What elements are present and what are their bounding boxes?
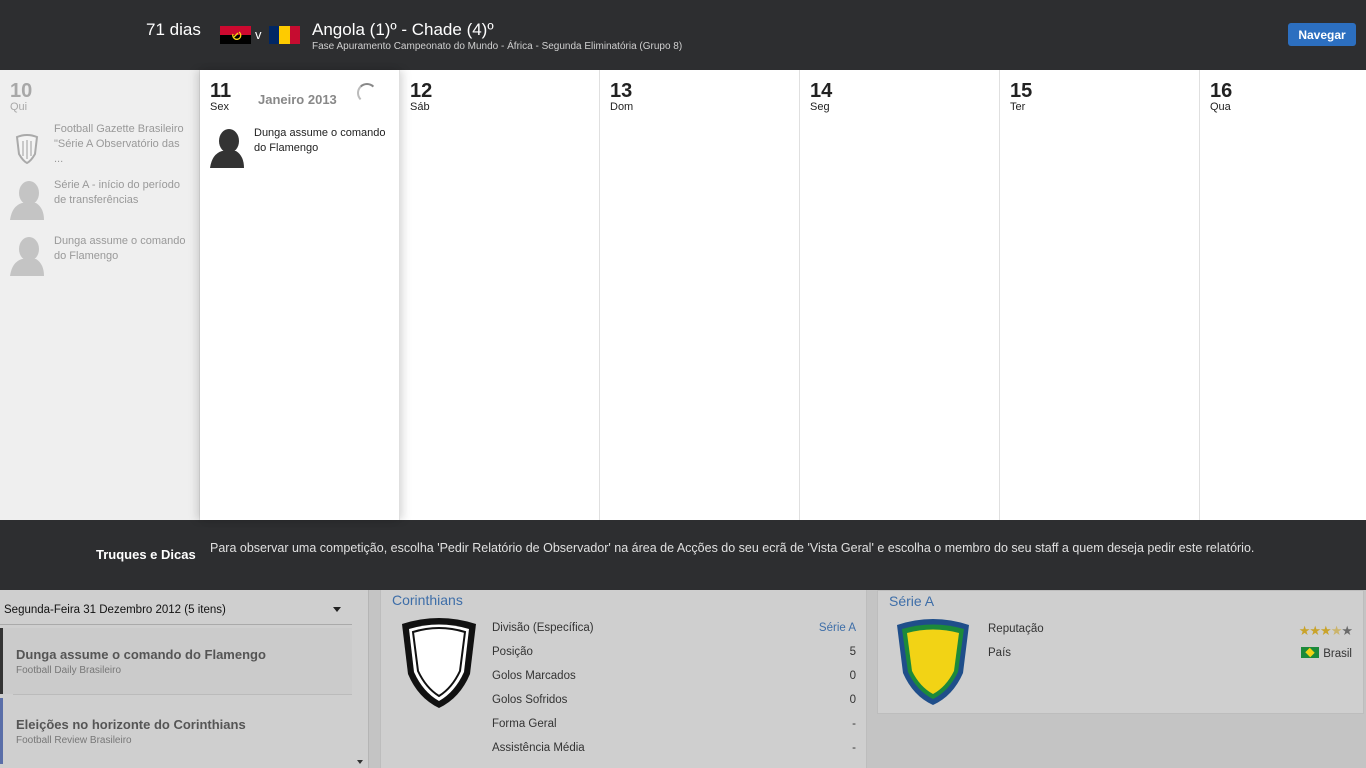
- league-crest-icon[interactable]: [892, 617, 974, 707]
- month-label: Janeiro 2013: [258, 92, 337, 107]
- country-name: Brasil: [1323, 648, 1352, 660]
- shield-icon: [8, 122, 46, 164]
- day-number: 13: [610, 80, 633, 102]
- day-name: Dom: [610, 101, 634, 113]
- stat-label: Assistência Média: [492, 742, 585, 754]
- league-name-link[interactable]: Série A: [889, 593, 934, 609]
- day-number: 10: [10, 80, 33, 102]
- person-silhouette-icon: [8, 178, 46, 220]
- days-countdown: 71 dias: [146, 20, 201, 39]
- news-source: Football Review Brasileiro: [16, 735, 132, 746]
- division-link[interactable]: Série A: [819, 622, 856, 634]
- chevron-down-icon[interactable]: [333, 607, 341, 612]
- news-date-label: Segunda-Feira 31 Dezembro 2012 (5 itens): [4, 604, 226, 616]
- day-column-12[interactable]: 12 Sáb: [400, 70, 600, 520]
- stat-row-country: País Brasil: [988, 647, 1352, 671]
- calendar-news-text: Football Gazette Brasileiro "Série A Obs…: [54, 123, 184, 165]
- news-headline: Dunga assume o comando do Flamengo: [16, 647, 266, 662]
- stat-row-goals-conceded: Golos Sofridos 0: [492, 694, 856, 718]
- angola-flag-icon: [220, 26, 251, 44]
- news-list-item[interactable]: Dunga assume o comando do Flamengo Footb…: [0, 628, 352, 694]
- tips-label: Truques e Dicas: [96, 547, 196, 562]
- day-number: 14: [810, 80, 833, 102]
- stat-label: Golos Marcados: [492, 670, 576, 682]
- day-column-10[interactable]: 10 Qui Football Gazette Brasileiro "Séri…: [0, 70, 200, 520]
- calendar-news-item[interactable]: Série A - início do período de transferê…: [8, 178, 188, 220]
- stat-row-attendance: Assistência Média -: [492, 742, 856, 766]
- day-column-13[interactable]: 13 Dom: [600, 70, 800, 520]
- stat-label: Posição: [492, 646, 533, 658]
- day-name: Qua: [1210, 101, 1231, 113]
- news-source: Football Daily Brasileiro: [16, 665, 122, 676]
- loading-spinner-icon: [357, 83, 377, 103]
- stat-row-position: Posição 5: [492, 646, 856, 670]
- stat-label: País: [988, 647, 1012, 659]
- day-column-11[interactable]: 11 Sex Janeiro 2013 Dunga assume o coman…: [200, 70, 400, 520]
- calendar-news-item[interactable]: Dunga assume o comando do Flamengo: [8, 234, 188, 276]
- scroll-down-arrow-icon[interactable]: [357, 760, 363, 764]
- stat-label: Golos Sofridos: [492, 694, 568, 706]
- day-column-15[interactable]: 15 Ter: [1000, 70, 1200, 520]
- club-panel: Corinthians Divisão (Específica) Série A…: [380, 590, 867, 768]
- day-column-14[interactable]: 14 Seg: [800, 70, 1000, 520]
- divider: [13, 694, 352, 695]
- stat-value: -: [852, 718, 856, 730]
- news-date-dropdown[interactable]: Segunda-Feira 31 Dezembro 2012 (5 itens): [0, 595, 352, 625]
- brazil-flag-icon: [1301, 647, 1320, 658]
- tips-text: Para observar uma competição, escolha 'P…: [210, 541, 1255, 555]
- person-silhouette-icon: [8, 234, 46, 276]
- stat-row-division: Divisão (Específica) Série A: [492, 622, 856, 646]
- day-number: 16: [1210, 80, 1233, 102]
- versus-label: v: [255, 27, 262, 42]
- day-name: Seg: [810, 101, 830, 113]
- match-header: 71 dias v Angola (1)º - Chade (4)º Fase …: [0, 0, 1366, 70]
- reputation-stars-icon: ★★★★★: [1298, 623, 1353, 638]
- calendar-news-text: Dunga assume o comando do Flamengo: [54, 235, 186, 262]
- calendar-news-text: Série A - início do período de transferê…: [54, 179, 180, 206]
- stat-value: 5: [849, 646, 856, 658]
- day-number: 11: [210, 80, 232, 102]
- news-headline: Eleições no horizonte do Corinthians: [16, 717, 246, 732]
- chad-flag-icon: [269, 26, 300, 44]
- bottom-panels: Segunda-Feira 31 Dezembro 2012 (5 itens)…: [0, 590, 1366, 768]
- stat-row-form: Forma Geral -: [492, 718, 856, 742]
- news-panel: Segunda-Feira 31 Dezembro 2012 (5 itens)…: [0, 590, 369, 768]
- tips-bar: Truques e Dicas Para observar uma compet…: [0, 520, 1366, 590]
- day-name: Qui: [10, 101, 28, 113]
- calendar: 10 Qui Football Gazette Brasileiro "Séri…: [0, 70, 1366, 520]
- match-competition[interactable]: Fase Apuramento Campeonato do Mundo - Áf…: [312, 41, 682, 52]
- country-value[interactable]: Brasil: [1301, 647, 1352, 660]
- day-name: Ter: [1010, 101, 1026, 113]
- stat-value: 0: [849, 694, 856, 706]
- news-list-item[interactable]: Eleições no horizonte do Corinthians Foo…: [0, 698, 352, 764]
- stat-row-goals-scored: Golos Marcados 0: [492, 670, 856, 694]
- league-panel: Série A Reputação ★★★★★ País Brasil: [877, 590, 1364, 714]
- stat-value: -: [852, 742, 856, 754]
- calendar-news-text: Dunga assume o comando do Flamengo: [254, 127, 386, 154]
- day-name: Sex: [210, 101, 229, 113]
- club-crest-icon[interactable]: [396, 616, 482, 710]
- day-column-16[interactable]: 16 Qua: [1200, 70, 1366, 520]
- stat-row-reputation: Reputação ★★★★★: [988, 623, 1353, 647]
- club-name-link[interactable]: Corinthians: [392, 592, 463, 608]
- match-title[interactable]: Angola (1)º - Chade (4)º: [312, 20, 494, 40]
- day-number: 12: [410, 80, 433, 102]
- person-silhouette-icon: [208, 126, 246, 168]
- stat-label: Forma Geral: [492, 718, 557, 730]
- day-name: Sáb: [410, 101, 430, 113]
- calendar-news-item[interactable]: Dunga assume o comando do Flamengo: [208, 126, 388, 168]
- stat-value: 0: [849, 670, 856, 682]
- day-number: 15: [1010, 80, 1033, 102]
- stat-label: Divisão (Específica): [492, 622, 594, 634]
- stat-label: Reputação: [988, 623, 1044, 635]
- calendar-news-item[interactable]: Football Gazette Brasileiro "Série A Obs…: [8, 122, 188, 167]
- navigate-button[interactable]: Navegar: [1288, 23, 1356, 46]
